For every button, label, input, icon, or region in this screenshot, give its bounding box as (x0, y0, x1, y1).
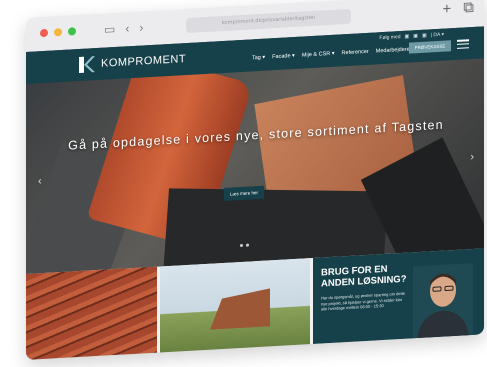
hero-banner: ‹ › Gå på opdagelse i vores nye, store s… (26, 58, 484, 274)
nav-item-csr[interactable]: Mije & CSR ▾ (302, 51, 335, 59)
logo-text: KOMPROMENT (101, 53, 187, 70)
help-card: BRUG FOR EN ANDEN LØSNING? Har du spørgs… (313, 248, 484, 344)
browser-nav-icons: ▭ ‹ › (104, 20, 143, 36)
window-controls (40, 27, 76, 38)
site-logo[interactable]: KOMPROMENT (76, 49, 186, 75)
nav-item-medarbejdere[interactable]: Medarbejdere (376, 47, 410, 55)
social-icon[interactable]: ▣ (405, 34, 410, 40)
browser-window: ▭ ‹ › kompromont.dk/prisvariabler/tagste… (26, 0, 484, 360)
header-topline: Følg med ▣ ▣ ▣ | DA ▾ (379, 32, 444, 42)
browser-right-icons: + ⧉ (443, 0, 474, 18)
help-card-title: BRUG FOR EN ANDEN LØSNING? (321, 263, 407, 290)
nav-item-tag[interactable]: Tag ▾ (252, 55, 265, 62)
carousel-dot[interactable] (240, 243, 243, 248)
address-bar[interactable]: kompromont.dk/prisvariabler/tagsten (186, 8, 351, 34)
tab-overview-icon[interactable]: ⧉ (463, 0, 474, 17)
new-tab-icon[interactable]: + (443, 0, 452, 17)
forward-icon[interactable]: › (139, 20, 143, 34)
website: Følg med ▣ ▣ ▣ | DA ▾ KOMPROMENT Tag ▾ F… (26, 26, 484, 360)
employee-photo (413, 263, 473, 339)
main-navigation: Tag ▾ Facade ▾ Mije & CSR ▾ Referencer M… (252, 47, 410, 62)
house-image (210, 288, 270, 329)
social-icon[interactable]: ▣ (413, 33, 418, 39)
minimize-window-button[interactable] (54, 27, 62, 37)
carousel-dot[interactable] (246, 243, 249, 247)
close-window-button[interactable] (40, 28, 48, 38)
screenshot-stage: ▭ ‹ › kompromont.dk/prisvariabler/tagste… (0, 0, 487, 367)
maximize-window-button[interactable] (68, 27, 76, 36)
help-card-text: Har du spørgsmål, og ønsker sparring om … (321, 290, 406, 312)
read-more-button[interactable]: Læs mere her (224, 185, 264, 201)
nav-item-facade[interactable]: Facade ▾ (272, 53, 295, 60)
carousel-dots (240, 243, 249, 248)
language-selector[interactable]: | DA ▾ (431, 32, 444, 39)
logo-k-icon (79, 56, 95, 74)
back-icon[interactable]: ‹ (125, 21, 129, 35)
hamburger-menu-icon[interactable] (457, 39, 469, 49)
social-icon[interactable]: ▣ (422, 33, 427, 39)
house-card[interactable] (160, 258, 310, 353)
nav-item-referencer[interactable]: Referencer (342, 49, 369, 57)
sample-box-button[interactable]: PRØVEKASSE (409, 40, 451, 54)
carousel-next-icon[interactable]: › (470, 151, 474, 163)
follow-label: Følg med (379, 34, 401, 42)
carousel-prev-icon[interactable]: ‹ (38, 175, 42, 187)
sidebar-icon[interactable]: ▭ (104, 22, 115, 37)
roof-tiles-card[interactable] (26, 266, 157, 360)
